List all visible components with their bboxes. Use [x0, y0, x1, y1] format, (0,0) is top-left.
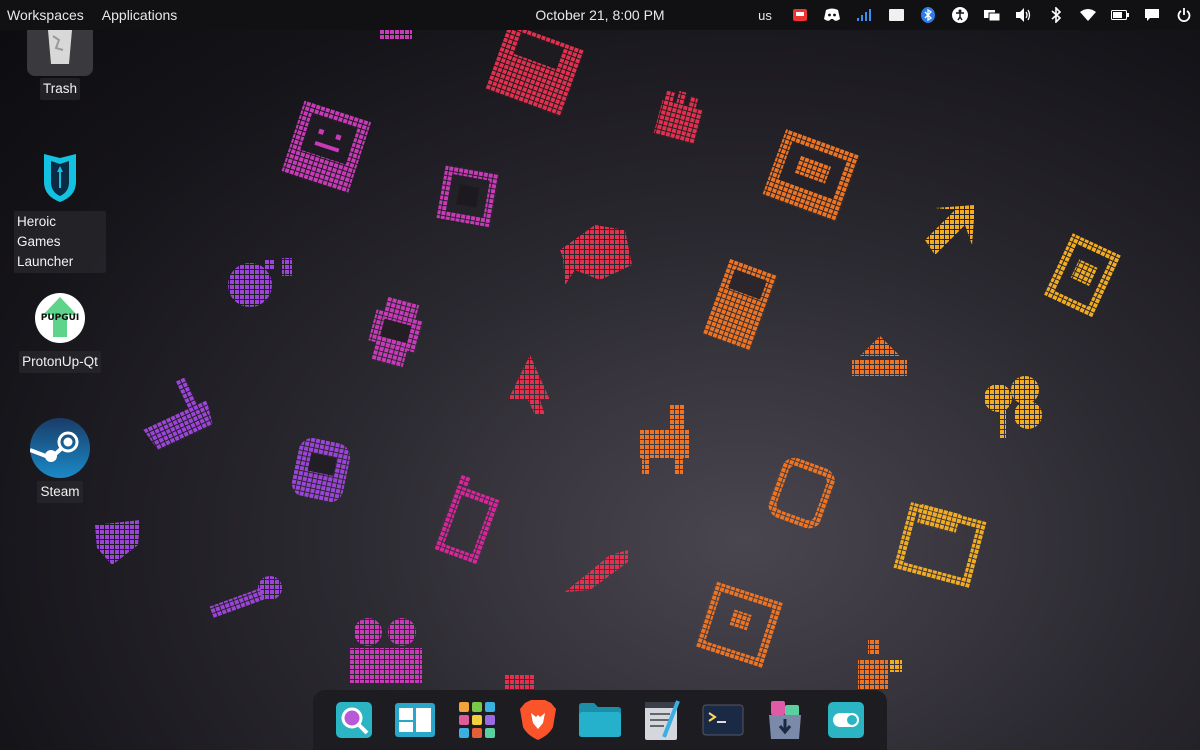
desktop-icon-trash[interactable]: Trash — [10, 30, 110, 100]
spraycan-glyph — [433, 474, 501, 565]
desktop-icon-protonup[interactable]: PUPGUI ProtonUp-Qt — [10, 285, 110, 373]
app-grid-icon — [458, 702, 495, 738]
dock-item-text-editor[interactable] — [640, 698, 684, 742]
search-app-icon — [335, 702, 372, 738]
clover-glyph — [984, 376, 1042, 438]
desktop-icon-label: Trash — [39, 78, 80, 100]
shield-glyph — [95, 520, 140, 565]
bluetooth-app-icon[interactable] — [912, 0, 944, 30]
applications-menu[interactable]: Applications — [102, 7, 184, 23]
desktop-wallpaper — [95, 30, 1121, 690]
bomb-glyph — [228, 258, 292, 307]
workspaces-app-icon — [395, 703, 436, 737]
desktop-icon-label: ProtonUp-Qt — [19, 351, 101, 373]
dock-item-terminal[interactable] — [701, 698, 745, 742]
toggle-app-icon — [828, 702, 865, 738]
desktop-icon-label: Heroic Games Launcher — [14, 211, 106, 273]
text-editor-icon — [644, 700, 680, 740]
dock-item-settings-toggle[interactable] — [824, 698, 868, 742]
bluetooth-icon[interactable] — [1040, 0, 1072, 30]
partial-glyph — [505, 675, 535, 690]
partial-glyph — [380, 30, 412, 40]
dock-item-workspaces[interactable] — [393, 698, 437, 742]
desktop-icon-heroic[interactable]: Heroic Games Launcher — [10, 145, 110, 273]
arrow-glyph — [925, 205, 975, 255]
battery-icon[interactable] — [1104, 0, 1136, 30]
chili-glyph — [565, 550, 628, 592]
display-icon[interactable] — [976, 0, 1008, 30]
steam-icon — [30, 418, 90, 478]
protonup-badge: PUPGUI — [40, 313, 80, 323]
brave-browser-icon — [520, 700, 557, 740]
workspaces-button[interactable]: Workspaces — [7, 7, 90, 23]
dock — [313, 690, 887, 750]
dustpan-glyph — [143, 377, 213, 451]
robot-glyph — [695, 581, 783, 668]
camera-glyph — [350, 618, 422, 683]
power-icon[interactable] — [1168, 0, 1200, 30]
dock-item-search[interactable] — [332, 698, 376, 742]
heroic-shield-icon — [44, 154, 76, 202]
dock-item-app-grid[interactable] — [455, 698, 499, 742]
accessibility-icon[interactable] — [944, 0, 976, 30]
volume-icon[interactable] — [1008, 0, 1040, 30]
wifi-icon[interactable] — [1072, 0, 1104, 30]
system-tray: us — [750, 0, 1200, 30]
trash-icon — [27, 30, 93, 76]
key-glyph — [209, 576, 282, 618]
signal-strength-icon[interactable] — [848, 0, 880, 30]
cursor-glyph — [508, 355, 550, 415]
folder-icon — [578, 703, 621, 737]
clock[interactable]: October 21, 8:00 PM — [535, 7, 664, 23]
terminal-icon — [702, 704, 744, 736]
tombstone-glyph — [291, 438, 351, 503]
computer-glyph — [281, 100, 372, 194]
floppy-glyph — [485, 30, 585, 117]
desktop-icon-steam[interactable]: Steam — [10, 415, 110, 503]
app-indicator-icon[interactable] — [784, 0, 816, 30]
printer-glyph — [762, 129, 860, 222]
bag-glyph — [768, 457, 835, 529]
window-icon[interactable] — [880, 0, 912, 30]
calculator-glyph — [702, 258, 778, 352]
folder-glyph — [893, 502, 987, 588]
discord-icon[interactable] — [816, 0, 848, 30]
top-panel: Workspaces Applications October 21, 8:00… — [0, 0, 1200, 30]
watch-glyph — [368, 296, 424, 368]
protonup-icon: PUPGUI — [35, 293, 85, 343]
hand-glyph — [653, 90, 704, 145]
ship-glyph — [852, 336, 907, 376]
flame-glyph — [858, 640, 902, 690]
deer-glyph — [640, 405, 690, 475]
dock-item-files[interactable] — [578, 698, 622, 742]
fish-glyph — [560, 225, 632, 285]
desktop-icon-label: Steam — [37, 481, 83, 503]
notifications-icon[interactable] — [1136, 0, 1168, 30]
dock-item-software-center[interactable] — [763, 698, 807, 742]
dogcow-glyph — [1044, 233, 1121, 318]
software-center-icon — [768, 701, 801, 739]
keyboard-layout-indicator[interactable]: us — [750, 0, 780, 30]
dock-item-brave[interactable] — [516, 698, 560, 742]
command-glyph — [436, 164, 500, 228]
